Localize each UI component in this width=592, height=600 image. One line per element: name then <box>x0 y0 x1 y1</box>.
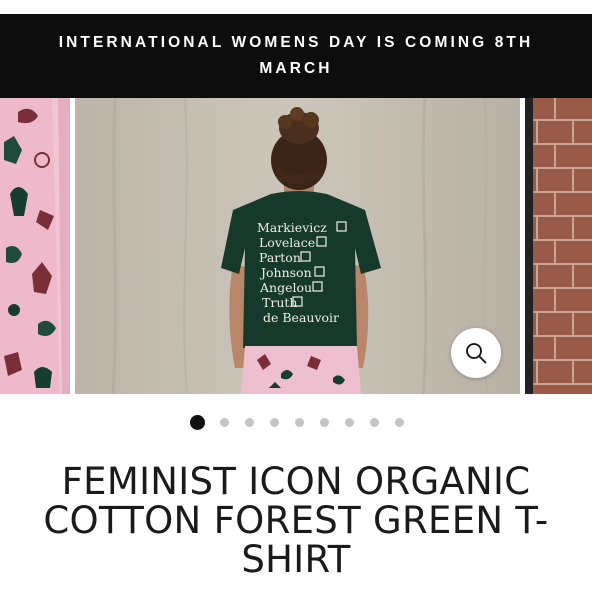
zoom-button[interactable] <box>451 328 501 378</box>
shirt-name: de Beauvoir <box>263 310 339 325</box>
shirt-name: Parton <box>259 250 301 265</box>
pagination-dot[interactable] <box>345 418 354 427</box>
pajama-print-image <box>0 98 70 394</box>
pagination-dot[interactable] <box>320 418 329 427</box>
magnifier-icon <box>466 343 487 364</box>
shirt-name: Truth <box>262 295 297 310</box>
shirt-name: Markievicz <box>257 220 327 235</box>
shirt-name: Lovelace <box>259 235 315 250</box>
pagination-dot[interactable] <box>245 418 254 427</box>
gallery-pagination <box>0 414 592 430</box>
pagination-dot[interactable] <box>270 418 279 427</box>
gallery-slide-main[interactable]: Markievicz Lovelace Parton Johnson Angel… <box>75 98 520 394</box>
announcement-bar: INTERNATIONAL WOMENS DAY IS COMING 8TH M… <box>0 14 592 98</box>
gallery-slide-next[interactable] <box>525 98 592 394</box>
product-gallery[interactable]: Markievicz Lovelace Parton Johnson Angel… <box>0 98 592 394</box>
announcement-text: INTERNATIONAL WOMENS DAY IS COMING 8TH M… <box>58 34 534 77</box>
pagination-dot[interactable] <box>295 418 304 427</box>
brick-wall-image <box>525 98 592 394</box>
pagination-dot[interactable] <box>190 415 205 430</box>
pagination-dot[interactable] <box>370 418 379 427</box>
shirt-name: Angelou <box>259 280 312 295</box>
pagination-dot[interactable] <box>395 418 404 427</box>
gallery-slide-previous[interactable] <box>0 98 70 394</box>
product-title: FEMINIST ICON ORGANIC COTTON FOREST GREE… <box>43 460 549 581</box>
pagination-dot[interactable] <box>220 418 229 427</box>
shirt-name: Johnson <box>259 265 312 280</box>
